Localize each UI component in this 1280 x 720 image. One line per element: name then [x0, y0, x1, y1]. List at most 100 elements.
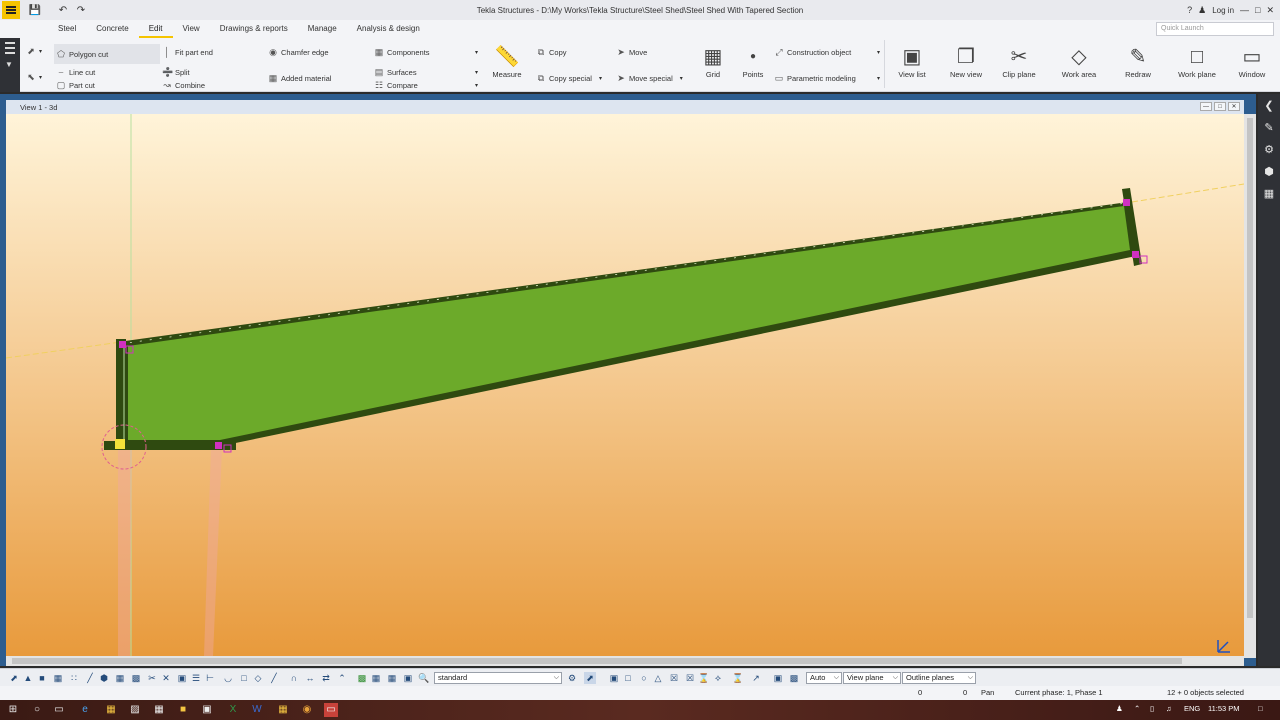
pointer-select-icon[interactable]: ⬈	[584, 672, 596, 684]
handle-bottom-right[interactable]	[1132, 251, 1139, 258]
compare-button[interactable]: ☷ Compare ▾	[374, 80, 478, 91]
help-icon[interactable]: ?	[1187, 5, 1192, 15]
clip-plane-button[interactable]: ✂ Clip plane	[998, 44, 1040, 79]
handle-top-left[interactable]	[119, 341, 126, 348]
snap-x-icon[interactable]: ☒	[684, 672, 696, 684]
components-panel-icon[interactable]: ▦	[1258, 182, 1280, 204]
notifications-icon[interactable]: □	[1258, 704, 1263, 713]
parametric-modeling-button[interactable]: ▭ Parametric modeling ▾	[774, 73, 880, 84]
snap-circle-icon[interactable]: ○	[638, 672, 650, 684]
select-cuts-icon[interactable]: ✂	[146, 672, 158, 684]
window-button[interactable]: ▭ Window	[1232, 44, 1272, 79]
quick-launch-input[interactable]: Quick Launch	[1156, 22, 1274, 36]
snap-square-icon[interactable]: ▣	[608, 672, 620, 684]
close-button[interactable]: ✕	[1266, 5, 1274, 16]
snap-depth-select[interactable]: Auto ⌵	[806, 672, 842, 684]
catalog-cube-icon[interactable]: ⬢	[1258, 160, 1280, 182]
select-views-icon[interactable]: ☰	[190, 672, 202, 684]
redo-icon[interactable]: ↷	[72, 1, 90, 19]
select-cube-icon[interactable]: ⬢	[98, 672, 110, 684]
vertical-scrollbar[interactable]	[1244, 114, 1256, 658]
tab-manage[interactable]: Manage	[298, 20, 347, 38]
tab-drawings-reports[interactable]: Drawings & reports	[210, 20, 298, 38]
snap-arrows-icon[interactable]: ⇄	[320, 672, 332, 684]
tray-volume-icon[interactable]: ♫	[1166, 704, 1172, 713]
tab-view[interactable]: View	[173, 20, 210, 38]
folder-icon[interactable]: ▦	[276, 703, 290, 717]
snap-reference-lines-icon[interactable]: ▩	[356, 672, 368, 684]
view-header[interactable]: View 1 - 3d — □ ✕	[6, 100, 1244, 114]
split-button[interactable]: ➗ Split	[162, 67, 190, 78]
zoom-icon[interactable]: 🔍	[418, 672, 430, 684]
horizontal-scroll-thumb[interactable]	[12, 658, 1182, 664]
word-icon[interactable]: W	[250, 703, 264, 717]
tray-clock[interactable]: 11:53 PM	[1208, 704, 1240, 713]
tray-language[interactable]: ENG	[1184, 704, 1200, 713]
tekla-logo[interactable]	[2, 1, 20, 19]
select-welds-icon[interactable]: ▩	[130, 672, 142, 684]
outline-planes-select[interactable]: Outline planes ⌵	[902, 672, 976, 684]
selection-filter-select[interactable]: standard ⌵	[434, 672, 562, 684]
properties-icon[interactable]: ✎	[1258, 116, 1280, 138]
snap-extension-icon[interactable]: ╱	[268, 672, 280, 684]
construction-object-button[interactable]: ⤢ Construction object ▾	[774, 47, 880, 58]
tray-user-icon[interactable]: ♟	[1116, 704, 1123, 713]
save-icon[interactable]: 💾	[26, 1, 44, 19]
app-icon[interactable]: ▣	[200, 703, 214, 717]
chrome-icon[interactable]: ◉	[300, 703, 314, 717]
select-bolts-icon[interactable]: ✕	[160, 672, 172, 684]
tab-edit[interactable]: Edit	[138, 20, 173, 38]
snap-tool-icon[interactable]: ⬉ ▾	[26, 72, 42, 83]
copy-button[interactable]: ⧉ Copy	[536, 47, 567, 58]
model-viewport[interactable]	[6, 114, 1244, 656]
user-icon[interactable]: ♟	[1198, 5, 1206, 16]
settings-gear-icon[interactable]: ⚙	[1258, 138, 1280, 160]
filter-settings-icon[interactable]: ⚙	[566, 672, 578, 684]
start-handle[interactable]	[115, 439, 125, 449]
part-cut-button[interactable]: ▢ Part cut	[56, 80, 95, 91]
select-tool-icon[interactable]: ⬈ ▾	[26, 46, 42, 57]
surfaces-button[interactable]: ▤ Surfaces ▾	[374, 67, 478, 78]
snap-line-icon[interactable]: ↔	[304, 672, 316, 684]
excel-icon[interactable]: X	[226, 703, 240, 717]
snap-box-icon[interactable]: □	[622, 672, 634, 684]
notes-icon[interactable]: ■	[176, 703, 190, 717]
snap-cross-icon[interactable]: ☒	[668, 672, 680, 684]
combine-button[interactable]: ↝ Combine	[162, 80, 205, 91]
select-lines-icon[interactable]: ╱	[84, 672, 96, 684]
line-cut-button[interactable]: ⎯ Line cut	[56, 67, 96, 78]
snap-triangle-icon[interactable]: △	[652, 672, 664, 684]
vertical-scroll-thumb[interactable]	[1247, 118, 1253, 618]
copy-special-button[interactable]: ⧉ Copy special ▾	[536, 73, 602, 84]
tab-steel[interactable]: Steel	[48, 20, 86, 38]
tray-battery-icon[interactable]: ▯	[1150, 704, 1154, 713]
redraw-button[interactable]: ✎ Redraw	[1120, 44, 1156, 79]
snap-free-icon[interactable]: ▣	[402, 672, 414, 684]
points-button[interactable]: ● Points	[738, 44, 768, 79]
components-button[interactable]: ▦ Components ▾	[374, 47, 478, 58]
login-link[interactable]: Log in	[1212, 6, 1234, 15]
view-list-button[interactable]: ▣ View list	[894, 44, 930, 79]
snap-intersection-icon[interactable]: ◇	[252, 672, 264, 684]
snap-check-icon[interactable]: ⌛	[732, 672, 744, 684]
collapse-panel-icon[interactable]: ❮	[1258, 94, 1280, 116]
snap-hourglass-icon[interactable]: ⌛	[698, 672, 710, 684]
new-view-button[interactable]: ❐ New view	[946, 44, 986, 79]
horizontal-scrollbar[interactable]	[6, 656, 1244, 666]
chamfer-edge-button[interactable]: ◉ Chamfer edge	[268, 47, 328, 58]
tab-concrete[interactable]: Concrete	[86, 20, 138, 38]
select-reference-icon[interactable]: ▣	[176, 672, 188, 684]
tray-up-arrow-icon[interactable]: ⌃	[1134, 704, 1140, 713]
undo-icon[interactable]: ↶	[54, 1, 72, 19]
move-button[interactable]: ➤ Move	[616, 47, 647, 58]
handle-bottom[interactable]	[215, 442, 222, 449]
store-icon[interactable]: ▨	[128, 703, 142, 717]
snap-arc-icon[interactable]: ⌃	[336, 672, 348, 684]
main-menu-strip[interactable]: ▼	[0, 38, 20, 92]
work-area-button[interactable]: ◇ Work area	[1058, 44, 1100, 79]
snap-midpoint-icon[interactable]: □	[238, 672, 250, 684]
snap-perpendicular-icon[interactable]: ∩	[288, 672, 300, 684]
select-assembly-icon[interactable]: ▦	[114, 672, 126, 684]
snap-grid-icon[interactable]: ▦	[386, 672, 398, 684]
minimize-button[interactable]: —	[1240, 5, 1249, 15]
